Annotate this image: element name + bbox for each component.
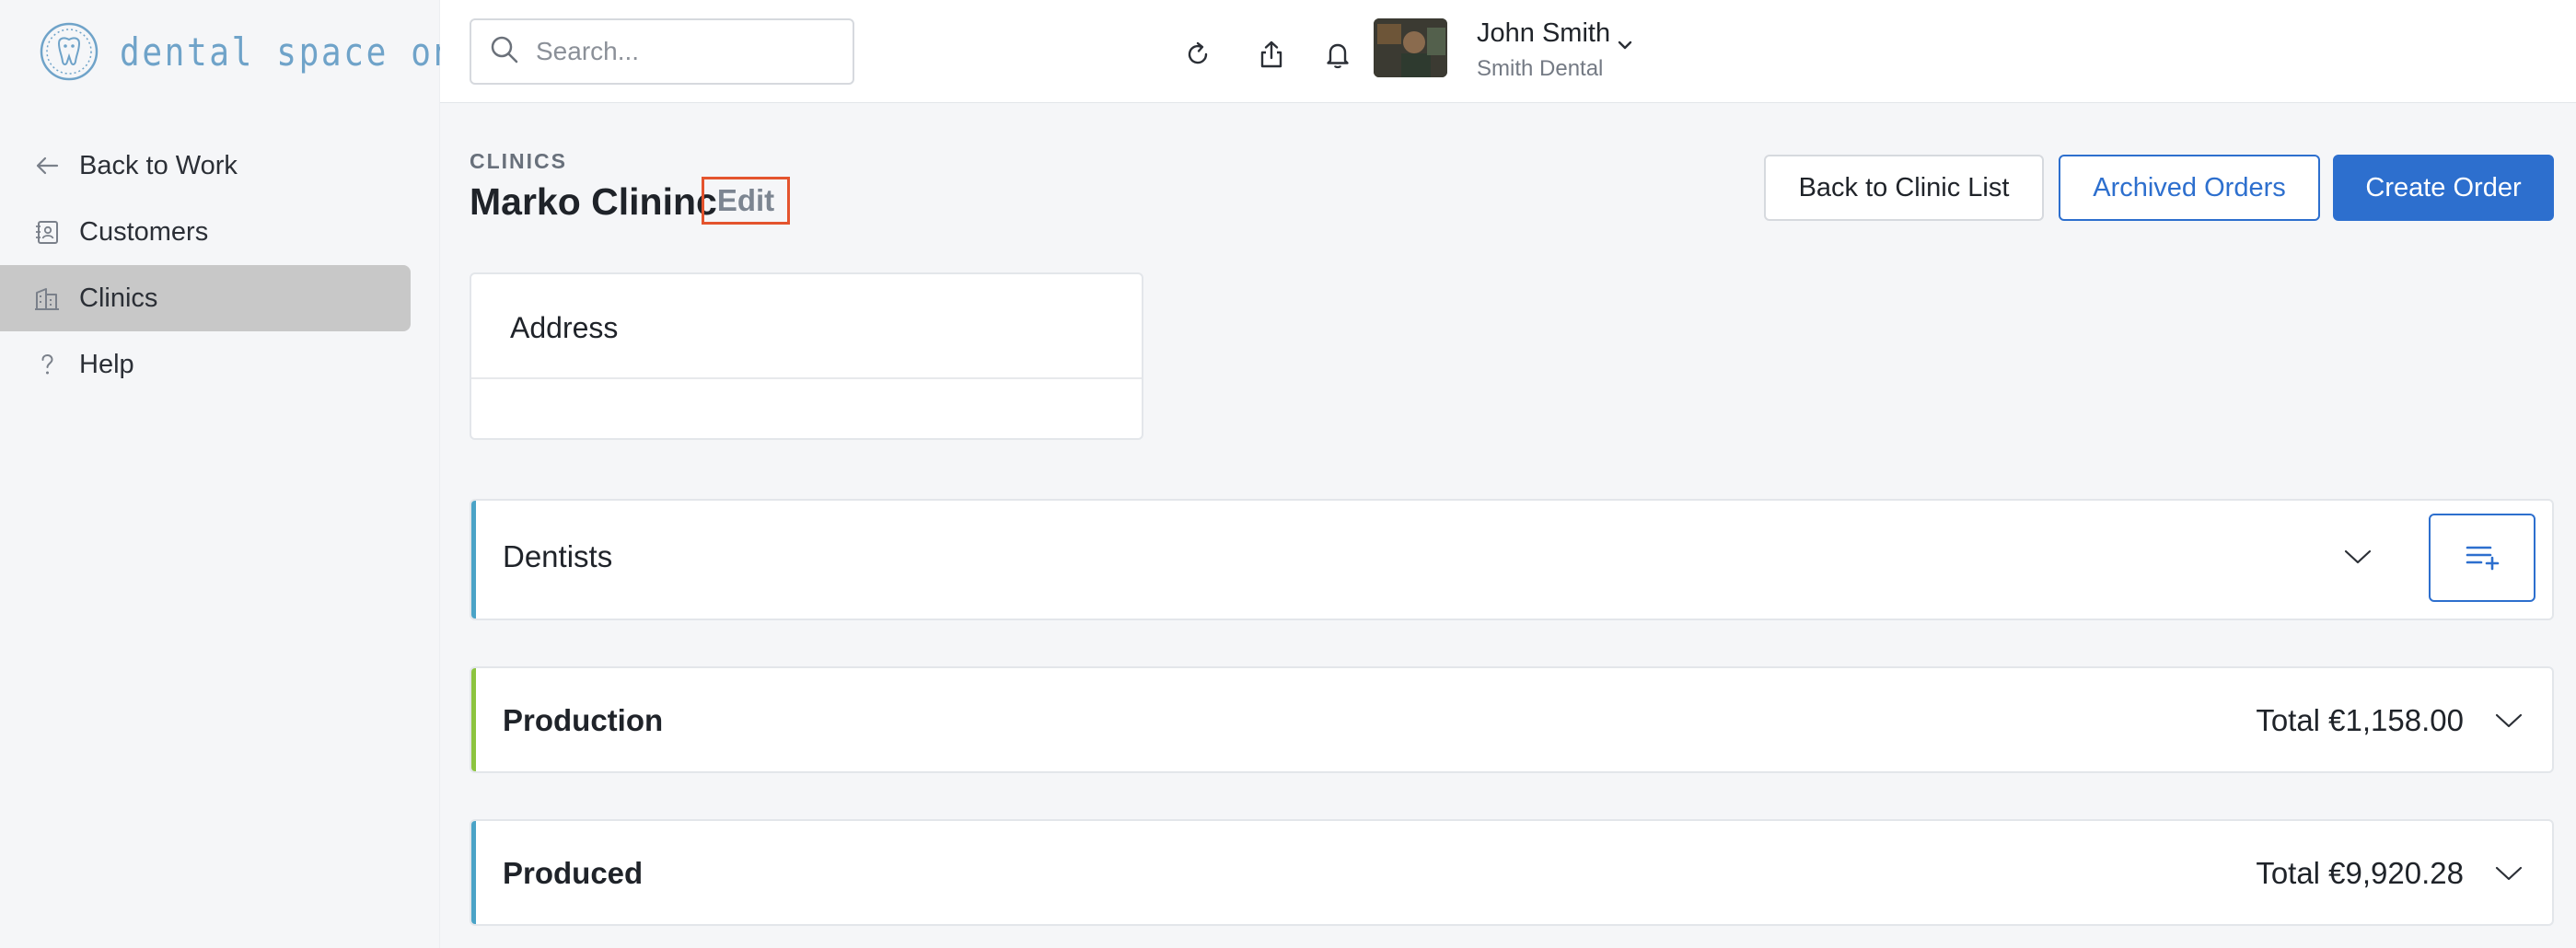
tooth-logo-icon [40,22,99,81]
sidebar-item-label: Customers [79,216,209,247]
user-name: John Smith [1477,18,1611,48]
refresh-button[interactable] [1167,18,1228,94]
user-company: Smith Dental [1477,56,1604,81]
sidebar-nav: Back to Work Customers Clinics Help [0,133,411,398]
sidebar-item-label: Help [79,349,134,379]
panel-accent [471,821,476,924]
add-dentist-button[interactable] [2429,514,2535,602]
panel-accent [471,668,476,771]
playlist-add-icon [2463,539,2501,577]
avatar-photo-icon [1374,18,1447,77]
question-icon [31,349,63,380]
arrow-left-icon [31,150,63,181]
share-button[interactable] [1241,18,1302,94]
sidebar-item-back-to-work[interactable]: Back to Work [0,133,411,199]
search-icon [488,33,521,71]
share-icon [1256,39,1287,75]
panel-title: Dentists [503,539,613,573]
contacts-book-icon [31,216,63,248]
address-card: Address [470,272,1143,440]
notifications-button[interactable] [1307,18,1368,94]
back-to-clinic-list-button[interactable]: Back to Clinic List [1764,155,2044,221]
divider [471,377,1142,379]
produced-total: Total €9,920.28 [2256,856,2464,890]
production-total: Total €1,158.00 [2256,703,2464,737]
sidebar-item-customers[interactable]: Customers [0,199,411,265]
archived-orders-button[interactable]: Archived Orders [2059,155,2320,221]
panel-title: Produced [503,856,644,890]
sidebar-item-label: Back to Work [79,150,238,180]
search-box[interactable] [470,18,854,85]
sidebar-item-clinics[interactable]: Clinics [0,265,411,331]
chevron-down-icon[interactable] [2493,711,2524,735]
chevron-down-icon[interactable] [1617,39,1633,56]
sidebar: dental space one Back to Work Customers … [0,0,476,948]
sidebar-item-label: Clinics [79,283,158,313]
produced-panel[interactable]: Produced Total €9,920.28 [470,819,2554,926]
create-order-button[interactable]: Create Order [2333,155,2554,221]
app: dental space one Back to Work Customers … [0,0,2576,948]
sidebar-item-help[interactable]: Help [0,331,411,398]
bell-icon [1322,39,1353,75]
edit-link[interactable]: Edit [702,177,790,225]
page-title: Marko Clininc [470,180,717,223]
dentists-panel: Dentists [470,499,2554,620]
user-menu[interactable]: John Smith Smith Dental [1477,18,1610,82]
panel-accent [471,501,476,619]
search-input[interactable] [536,37,830,66]
building-icon [31,283,63,314]
panel-title: Production [503,703,664,737]
chevron-down-icon[interactable] [2493,863,2524,888]
avatar[interactable] [1374,18,1447,77]
breadcrumb: CLINICS [470,149,567,173]
refresh-icon [1182,39,1213,75]
brand-logo-text: dental space one [120,29,479,75]
top-header: John Smith Smith Dental [440,0,2576,103]
address-title: Address [510,311,619,344]
chevron-down-icon[interactable] [2342,547,2373,572]
production-panel[interactable]: Production Total €1,158.00 [470,666,2554,773]
